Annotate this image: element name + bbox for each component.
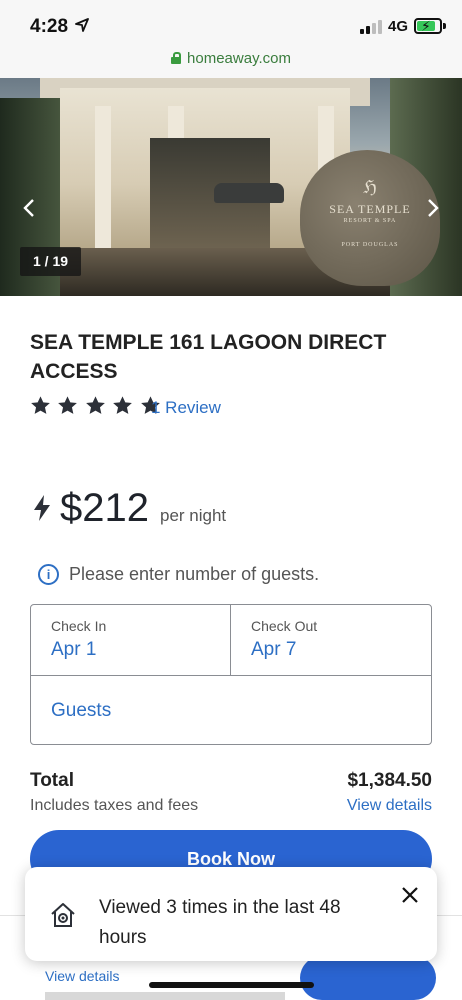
star-icon: [30, 395, 51, 416]
network-type: 4G: [388, 18, 409, 35]
resort-sign-location: PORT DOUGLAS: [341, 242, 399, 248]
listing-title: SEA TEMPLE 161 LAGOON DIRECT ACCESS: [30, 331, 387, 383]
total-sublabel: Includes taxes and fees: [30, 797, 199, 814]
location-arrow-icon: [75, 18, 89, 32]
check-in-label: Check In: [51, 618, 107, 634]
home-indicator[interactable]: [149, 982, 314, 988]
bottom-book-button[interactable]: [300, 956, 436, 1000]
check-out-label: Check Out: [251, 618, 318, 634]
home-viewed-icon: [49, 901, 77, 929]
rating-stars: [30, 395, 163, 417]
url-text: homeaway.com: [187, 50, 291, 67]
check-out-field[interactable]: Check Out Apr 7: [231, 605, 431, 675]
recent-views-toast: Viewed 3 times in the last 48 hours: [25, 867, 437, 961]
cut-off-content: [45, 992, 285, 1000]
guests-label: Guests: [51, 700, 112, 721]
chevron-right-icon[interactable]: [420, 196, 444, 220]
photo-column: [95, 106, 111, 256]
guests-field[interactable]: Guests: [31, 675, 431, 745]
star-icon: [85, 395, 106, 416]
url-bar[interactable]: homeaway.com: [0, 44, 462, 78]
battery-tip: [443, 23, 446, 29]
total-label: Total: [30, 770, 74, 791]
listing-photo[interactable]: ℌ SEA TEMPLE RESORT & SPA PORT DOUGLAS 1…: [0, 78, 462, 296]
instant-book-bolt-icon: [32, 494, 52, 522]
star-icon: [112, 395, 133, 416]
signal-strength-icon: [360, 20, 382, 34]
check-out-value: Apr 7: [251, 639, 297, 660]
star-icon: [57, 395, 78, 416]
price-unit: per night: [160, 506, 227, 525]
resort-logo-mark: ℌ: [363, 177, 377, 197]
check-in-value: Apr 1: [51, 639, 97, 660]
view-details-link[interactable]: View details: [347, 797, 432, 815]
status-bar: 4:28 4G ⚡: [0, 0, 462, 44]
chevron-left-icon[interactable]: [18, 196, 42, 220]
close-icon[interactable]: [400, 885, 420, 905]
reviews-link[interactable]: 1 Review: [151, 398, 221, 418]
charging-bolt-icon: ⚡: [421, 18, 431, 34]
photo-car: [214, 183, 284, 203]
toast-message: Viewed 3 times in the last 48 hours: [99, 897, 341, 948]
resort-sign: ℌ SEA TEMPLE RESORT & SPA PORT DOUGLAS: [300, 178, 440, 248]
info-icon: i: [38, 564, 59, 585]
bottom-view-details-link[interactable]: View details: [45, 968, 119, 984]
lock-icon: [171, 52, 182, 64]
nightly-price: $212: [60, 486, 149, 530]
resort-sign-name: SEA TEMPLE: [329, 202, 411, 216]
photo-counter: 1 / 19: [20, 247, 81, 276]
status-time: 4:28: [30, 16, 69, 37]
guests-hint-text: Please enter number of guests.: [69, 564, 320, 584]
resort-sign-sub: RESORT & SPA: [343, 218, 397, 224]
booking-form: Check In Apr 1 Check Out Apr 7 Guests: [30, 604, 432, 745]
total-amount: $1,384.50: [347, 770, 432, 791]
check-in-field[interactable]: Check In Apr 1: [31, 605, 231, 675]
url-display[interactable]: homeaway.com: [171, 50, 291, 67]
